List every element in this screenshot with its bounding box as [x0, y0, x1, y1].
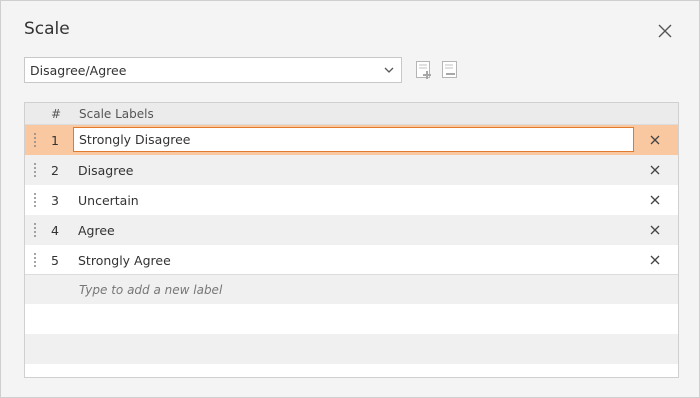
table-row[interactable]: 1	[25, 125, 678, 155]
table-row[interactable]: 5 Strongly Agree	[25, 245, 678, 275]
empty-row	[25, 334, 678, 364]
scale-select[interactable]: Disagree/Agree	[24, 57, 402, 83]
row-number: 4	[51, 223, 59, 238]
add-label-placeholder: Type to add a new label	[79, 283, 223, 297]
remove-scale-button[interactable]	[440, 59, 460, 81]
scale-select-value: Disagree/Agree	[30, 62, 127, 78]
drag-handle-icon[interactable]	[33, 132, 37, 148]
table-row[interactable]: 4 Agree	[25, 215, 678, 245]
grid-header: # Scale Labels	[25, 103, 678, 125]
delete-row-icon[interactable]	[648, 163, 662, 177]
table-row[interactable]: 3 Uncertain	[25, 185, 678, 215]
table-row[interactable]: 2 Disagree	[25, 155, 678, 185]
number-column-header: #	[51, 107, 62, 121]
scale-labels-grid: # Scale Labels 1 2 Disagree	[24, 102, 679, 378]
add-scale-icon	[416, 61, 431, 79]
empty-row	[25, 364, 678, 377]
label-edit-field[interactable]	[73, 127, 634, 152]
empty-row	[25, 304, 678, 334]
row-label: Uncertain	[78, 193, 139, 208]
delete-row-icon[interactable]	[648, 193, 662, 207]
drag-handle-icon[interactable]	[33, 192, 37, 208]
delete-row-icon[interactable]	[648, 133, 662, 147]
remove-scale-icon	[442, 61, 457, 78]
row-number: 5	[51, 253, 59, 268]
scale-dialog: Scale Disagree/Agree # Scale Labels 1 St…	[0, 0, 700, 398]
dialog-title: Scale	[24, 19, 70, 39]
close-button[interactable]	[653, 19, 677, 43]
row-number: 1	[51, 133, 59, 148]
row-label: Agree	[78, 223, 115, 238]
row-label: Strongly Agree	[78, 253, 171, 268]
drag-handle-icon[interactable]	[33, 162, 37, 178]
delete-row-icon[interactable]	[648, 223, 662, 237]
row-label: Disagree	[78, 163, 134, 178]
labels-column-header: Scale Labels	[79, 107, 154, 121]
close-icon	[658, 24, 672, 38]
add-scale-button[interactable]	[414, 59, 434, 81]
drag-handle-icon[interactable]	[33, 222, 37, 238]
chevron-down-icon	[384, 67, 394, 73]
delete-row-icon[interactable]	[648, 253, 662, 267]
drag-handle-icon[interactable]	[33, 252, 37, 268]
row-number: 3	[51, 193, 59, 208]
add-label-row[interactable]: Type to add a new label	[25, 274, 678, 304]
row-number: 2	[51, 163, 59, 178]
